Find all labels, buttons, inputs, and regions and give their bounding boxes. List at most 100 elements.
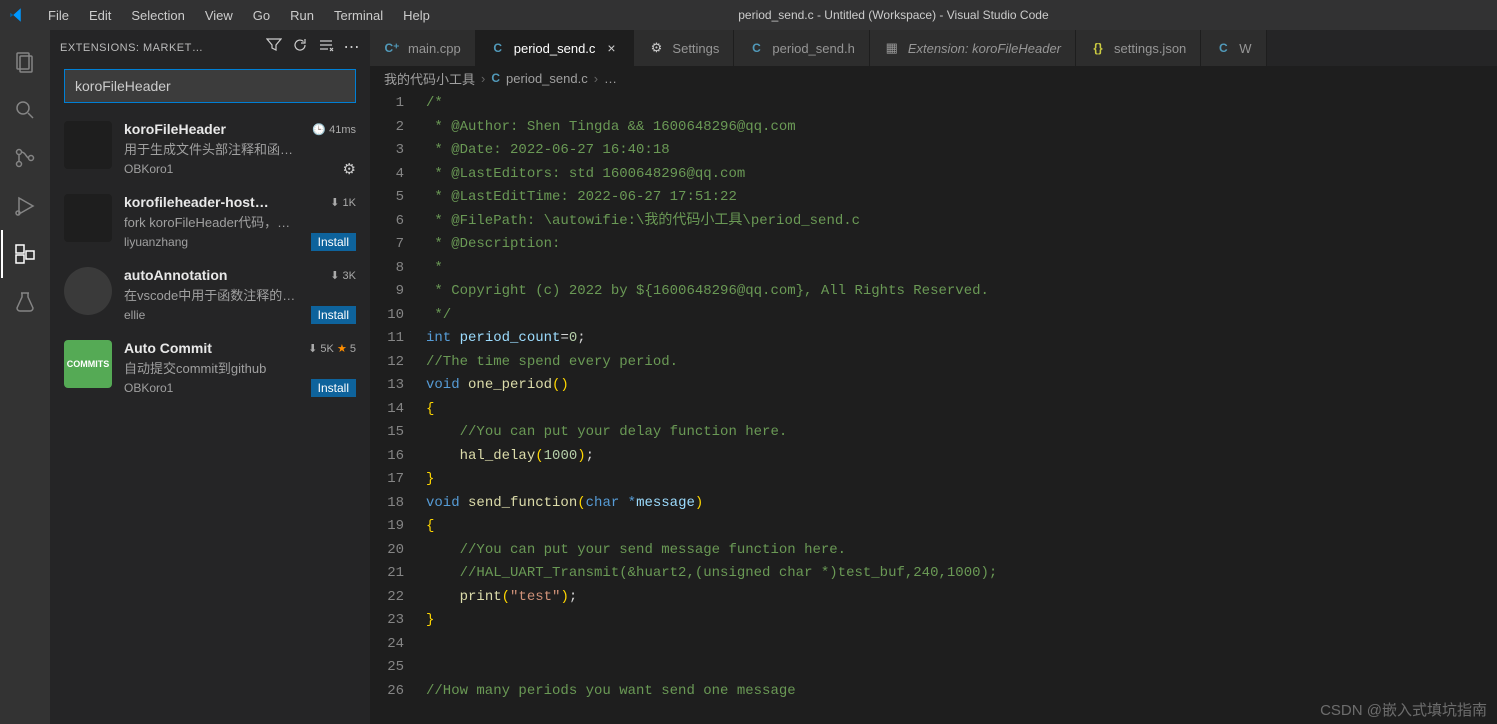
code-line[interactable]: *	[426, 257, 1497, 281]
tab-settings[interactable]: ⚙Settings	[634, 30, 734, 66]
activity-scm[interactable]	[1, 134, 49, 182]
line-number: 17	[370, 468, 404, 492]
line-number: 1	[370, 92, 404, 116]
line-number: 18	[370, 492, 404, 516]
search-input[interactable]	[75, 78, 345, 94]
code-line[interactable]: * @Author: Shen Tingda && 1600648296@qq.…	[426, 116, 1497, 140]
breadcrumb-file-label: period_send.c	[506, 71, 588, 86]
line-gutter: 1234567891011121314151617181920212223242…	[370, 92, 420, 724]
code-line[interactable]: void one_period()	[426, 374, 1497, 398]
close-icon[interactable]: ×	[603, 40, 619, 56]
menu-help[interactable]: Help	[393, 4, 440, 27]
code-line[interactable]: //How many periods you want send one mes…	[426, 680, 1497, 704]
tab-main-cpp[interactable]: C⁺main.cpp	[370, 30, 476, 66]
line-number: 16	[370, 445, 404, 469]
code-line[interactable]: //The time spend every period.	[426, 351, 1497, 375]
code-content[interactable]: /* * @Author: Shen Tingda && 1600648296@…	[420, 92, 1497, 724]
line-number: 21	[370, 562, 404, 586]
activity-explorer[interactable]	[1, 38, 49, 86]
menu-run[interactable]: Run	[280, 4, 324, 27]
clear-icon[interactable]	[318, 37, 334, 58]
line-number: 19	[370, 515, 404, 539]
extension-author: OBKoro1	[124, 162, 173, 176]
extension-item[interactable]: autoAnnotation⬇ 3K在vscode中用于函数注释的…ellieI…	[50, 259, 370, 332]
code-line[interactable]	[426, 656, 1497, 680]
code-line[interactable]: print("test");	[426, 586, 1497, 610]
menu-selection[interactable]: Selection	[121, 4, 194, 27]
tab-w[interactable]: CW	[1201, 30, 1266, 66]
refresh-icon[interactable]	[292, 37, 308, 58]
menu-edit[interactable]: Edit	[79, 4, 121, 27]
extension-meta: ⬇ 1K	[330, 196, 356, 209]
extension-list: koroFileHeader🕒 41ms用于生成文件头部注释和函…OBKoro1…	[50, 113, 370, 724]
extension-item[interactable]: koroFileHeader🕒 41ms用于生成文件头部注释和函…OBKoro1…	[50, 113, 370, 186]
code-line[interactable]: int period_count=0;	[426, 327, 1497, 351]
tab-label: period_send.h	[772, 41, 854, 56]
code-line[interactable]: {	[426, 515, 1497, 539]
line-number: 24	[370, 633, 404, 657]
code-line[interactable]: * @Date: 2022-06-27 16:40:18	[426, 139, 1497, 163]
menu-go[interactable]: Go	[243, 4, 280, 27]
tab-period-send-h[interactable]: Cperiod_send.h	[734, 30, 869, 66]
extension-icon	[64, 194, 112, 242]
tab-extension-korofileheader[interactable]: ▦Extension: koroFileHeader	[870, 30, 1076, 66]
code-line[interactable]: * @LastEditTime: 2022-06-27 17:51:22	[426, 186, 1497, 210]
activity-testing[interactable]	[1, 278, 49, 326]
breadcrumb-folder[interactable]: 我的代码小工具	[384, 69, 475, 88]
c-file-icon: C	[1215, 40, 1231, 56]
filter-icon[interactable]	[266, 37, 282, 58]
line-number: 5	[370, 186, 404, 210]
breadcrumb-file[interactable]: C period_send.c	[491, 71, 587, 86]
code-line[interactable]: */	[426, 304, 1497, 328]
code-line[interactable]: hal_delay(1000);	[426, 445, 1497, 469]
code-line[interactable]: * @Description:	[426, 233, 1497, 257]
activity-debug[interactable]	[1, 182, 49, 230]
code-editor[interactable]: 1234567891011121314151617181920212223242…	[370, 90, 1497, 724]
line-number: 3	[370, 139, 404, 163]
code-line[interactable]: //HAL_UART_Transmit(&huart2,(unsigned ch…	[426, 562, 1497, 586]
activity-extensions[interactable]	[1, 230, 49, 278]
code-line[interactable]: * @FilePath: \autowifie:\我的代码小工具\period_…	[426, 210, 1497, 234]
menu-bar: FileEditSelectionViewGoRunTerminalHelp	[38, 4, 440, 27]
code-line[interactable]: }	[426, 609, 1497, 633]
install-button[interactable]: Install	[311, 233, 356, 251]
more-icon[interactable]: ⋯	[344, 37, 361, 58]
extension-meta: 🕒 41ms	[312, 123, 356, 136]
gear-icon[interactable]: ⚙	[343, 160, 356, 178]
line-number: 15	[370, 421, 404, 445]
line-number: 11	[370, 327, 404, 351]
line-number: 23	[370, 609, 404, 633]
menu-terminal[interactable]: Terminal	[324, 4, 393, 27]
install-button[interactable]: Install	[311, 306, 356, 324]
code-line[interactable]	[426, 633, 1497, 657]
tab-label: settings.json	[1114, 41, 1186, 56]
extension-item[interactable]: COMMITSAuto Commit⬇ 5K ★ 5自动提交commit到git…	[50, 332, 370, 405]
tab-period-send-c[interactable]: Cperiod_send.c×	[476, 30, 635, 66]
line-number: 8	[370, 257, 404, 281]
code-line[interactable]: * Copyright (c) 2022 by ${1600648296@qq.…	[426, 280, 1497, 304]
tab-settings-json[interactable]: {} settings.json	[1076, 30, 1201, 66]
code-line[interactable]: //You can put your delay function here.	[426, 421, 1497, 445]
search-box[interactable]	[64, 69, 356, 103]
install-button[interactable]: Install	[311, 379, 356, 397]
tab-label: Extension: koroFileHeader	[908, 41, 1061, 56]
code-line[interactable]: {	[426, 398, 1497, 422]
line-number: 13	[370, 374, 404, 398]
menu-file[interactable]: File	[38, 4, 79, 27]
code-line[interactable]: * @LastEditors: std 1600648296@qq.com	[426, 163, 1497, 187]
line-number: 25	[370, 656, 404, 680]
menu-view[interactable]: View	[195, 4, 243, 27]
line-number: 20	[370, 539, 404, 563]
breadcrumb-more[interactable]: …	[604, 71, 617, 86]
code-line[interactable]: void send_function(char *message)	[426, 492, 1497, 516]
tab-label: W	[1239, 41, 1251, 56]
tab-label: Settings	[672, 41, 719, 56]
code-line[interactable]: }	[426, 468, 1497, 492]
json-file-icon: {}	[1090, 40, 1106, 56]
extension-item[interactable]: korofileheader-host…⬇ 1Kfork koroFileHea…	[50, 186, 370, 259]
activity-search[interactable]	[1, 86, 49, 134]
code-line[interactable]: /*	[426, 92, 1497, 116]
line-number: 2	[370, 116, 404, 140]
code-line[interactable]: //You can put your send message function…	[426, 539, 1497, 563]
breadcrumb[interactable]: 我的代码小工具 › C period_send.c › …	[370, 66, 1497, 90]
